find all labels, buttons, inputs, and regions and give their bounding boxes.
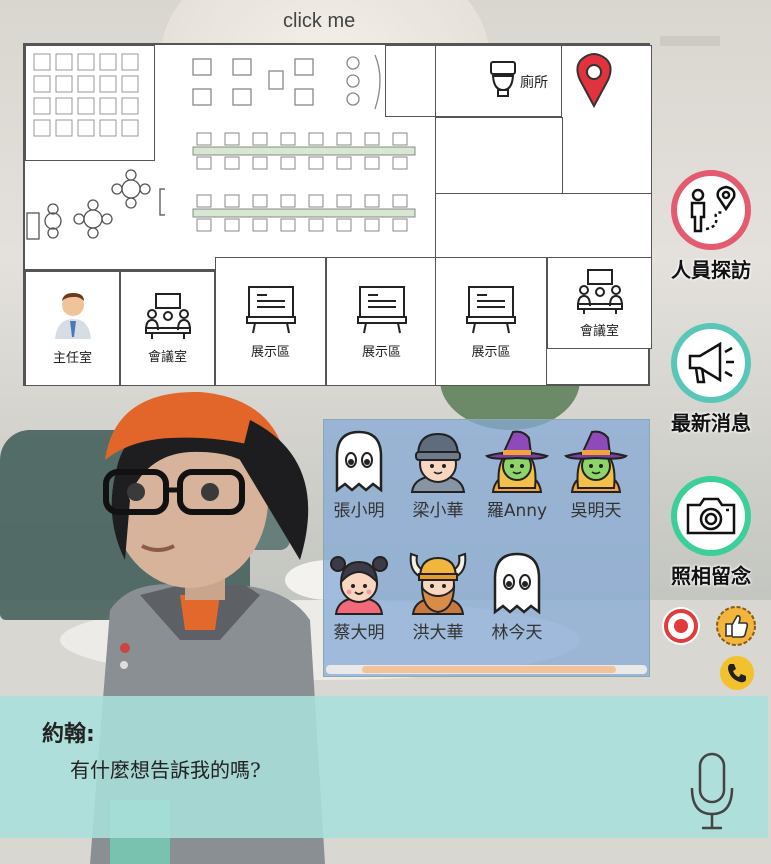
room-label: 展示區	[250, 345, 290, 360]
ghost-icon	[335, 430, 383, 493]
meeting-room-icon	[576, 268, 623, 314]
beanie-boy-icon	[410, 432, 466, 493]
phone-button[interactable]	[718, 654, 756, 692]
witch-icon	[564, 430, 628, 493]
witch-icon	[485, 430, 549, 493]
people-panel[interactable]: 張小明 梁小華 羅Anny 吳明天 蔡大明 洪大華 林今天	[323, 419, 650, 677]
toilet-room[interactable]: 廁所	[435, 45, 563, 117]
photo-circle	[671, 476, 751, 556]
toilet-label: 廁所	[520, 75, 548, 91]
manager-person-icon	[54, 293, 91, 339]
person-card[interactable]: 洪大華	[398, 550, 478, 643]
person-name: 林今天	[491, 623, 543, 643]
ghost-icon	[493, 552, 541, 615]
click-me-label[interactable]: click me	[283, 10, 355, 33]
record-icon	[664, 609, 698, 643]
lounge-tables	[26, 169, 165, 240]
ceiling-vent	[660, 36, 720, 46]
viking-icon	[409, 552, 467, 615]
phone-icon	[720, 656, 754, 690]
microphone-icon[interactable]	[688, 752, 736, 832]
person-name: 張小明	[333, 501, 385, 521]
presentation-board-icon	[466, 286, 516, 334]
room-meeting-2[interactable]: 會議室	[547, 257, 652, 349]
desk-grid	[33, 53, 139, 137]
megaphone-icon	[688, 341, 734, 384]
photo-button[interactable]: 照相留念	[668, 476, 754, 589]
thumbs-up-icon	[716, 606, 756, 646]
record-button[interactable]	[662, 607, 700, 645]
person-visit-label: 人員探訪	[671, 258, 751, 282]
dialog-box: 約翰: 有什麼想告訴我的嗎?	[0, 696, 768, 838]
person-visit-icon	[690, 185, 736, 233]
speaker-name: 約翰:	[42, 722, 95, 747]
panel-scrollbar-thumb[interactable]	[362, 666, 616, 673]
photo-label: 照相留念	[671, 564, 751, 588]
floor-plan-map[interactable]: 廁所 主任室 會議室 展示區 展示區 展示區 會議室	[23, 43, 652, 386]
person-card[interactable]: 羅Anny	[477, 428, 557, 521]
meeting-room-icon	[144, 293, 191, 339]
room-label: 會議室	[147, 350, 187, 365]
latest-news-button[interactable]: 最新消息	[668, 323, 754, 436]
toilet-icon	[490, 61, 516, 97]
person-card[interactable]: 張小明	[319, 428, 399, 521]
person-name: 蔡大明	[333, 623, 385, 643]
girl-buns-icon	[330, 556, 388, 615]
person-name: 梁小華	[412, 501, 464, 521]
panel-scrollbar[interactable]	[326, 665, 647, 674]
hall-room	[435, 117, 563, 195]
room-label: 會議室	[579, 323, 619, 339]
person-name: 吳明天	[570, 501, 622, 521]
room-label: 展示區	[361, 345, 401, 360]
room-showcase-2[interactable]: 展示區	[326, 257, 437, 386]
open-office-area	[25, 45, 155, 161]
scene: click me 廁所 主任室 會議室 展示區 展示區 展示區 會議室 人員探訪…	[0, 0, 771, 864]
person-card[interactable]: 蔡大明	[319, 550, 399, 643]
person-card[interactable]: 梁小華	[398, 428, 478, 521]
camera-icon	[686, 497, 736, 535]
map-pin-icon[interactable]	[574, 52, 614, 108]
latest-news-circle	[671, 323, 751, 403]
room-meeting-1[interactable]: 會議室	[120, 271, 215, 386]
room-director[interactable]: 主任室	[25, 271, 120, 386]
lower-right-room	[435, 193, 652, 259]
office-desks	[192, 54, 416, 232]
person-name: 洪大華	[412, 623, 464, 643]
person-visit-button[interactable]: 人員探訪	[668, 170, 754, 283]
room-showcase-3[interactable]: 展示區	[435, 257, 547, 386]
room-label: 展示區	[471, 345, 511, 360]
room-label: 主任室	[52, 351, 92, 366]
like-button[interactable]	[714, 604, 758, 648]
latest-news-label: 最新消息	[671, 411, 751, 435]
presentation-board-icon	[356, 286, 407, 334]
presentation-board-icon	[245, 286, 296, 334]
dialog-message: 有什麼想告訴我的嗎?	[70, 758, 261, 782]
person-visit-circle	[671, 170, 751, 250]
corridor-room	[561, 45, 652, 195]
person-card[interactable]: 林今天	[477, 550, 557, 643]
person-name: 羅Anny	[486, 501, 548, 521]
person-card[interactable]: 吳明天	[556, 428, 636, 521]
room-showcase-1[interactable]: 展示區	[215, 257, 326, 386]
